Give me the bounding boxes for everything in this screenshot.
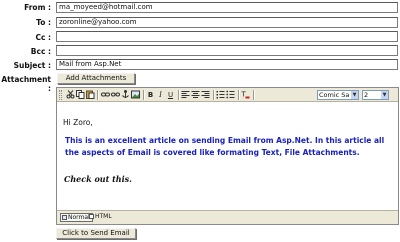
anchor-icon[interactable] xyxy=(121,90,130,100)
font-size-value: 2 xyxy=(364,91,369,99)
copy-icon[interactable] xyxy=(76,90,85,100)
to-field[interactable]: zoronline@yahoo.com xyxy=(56,17,398,28)
editor-mode-tabs: Normal HTML xyxy=(57,210,398,224)
align-right-icon[interactable] xyxy=(201,90,210,100)
chevron-down-icon: ▼ xyxy=(381,91,388,99)
from-label: From : xyxy=(24,3,51,12)
attachment-label: Attachment : xyxy=(1,75,51,93)
body-paragraph: This is an excellent article on sending … xyxy=(65,136,385,157)
editor-toolbar: B I U T Comic Sa ▼ 2 ▼ xyxy=(57,88,398,102)
paste-icon[interactable] xyxy=(86,90,95,100)
send-email-button[interactable]: Click to Send Email xyxy=(56,228,136,239)
add-attachments-button[interactable]: Add Attachments xyxy=(57,73,135,84)
link-icon[interactable] xyxy=(101,90,110,100)
align-left-icon[interactable] xyxy=(181,90,190,100)
unordered-list-icon[interactable] xyxy=(226,90,235,100)
normal-mode-icon xyxy=(62,215,67,220)
image-icon[interactable] xyxy=(131,90,140,100)
greeting-text: Hi Zoro, xyxy=(63,118,93,127)
tab-html-label: HTML xyxy=(95,213,112,220)
toolbar-handle[interactable] xyxy=(59,90,62,100)
font-family-select[interactable]: Comic Sa ▼ xyxy=(317,90,359,100)
subject-label: Subject : xyxy=(13,61,51,70)
bcc-label: Bcc : xyxy=(30,47,51,56)
ordered-list-icon[interactable] xyxy=(216,90,225,100)
text-color-icon[interactable]: T xyxy=(241,90,250,100)
checkout-text: Check out this. xyxy=(64,174,132,184)
bold-icon[interactable]: B xyxy=(146,90,155,100)
tab-normal-label: Normal xyxy=(68,214,90,221)
font-size-select[interactable]: 2 ▼ xyxy=(362,90,389,100)
subject-field[interactable]: Mail from Asp.Net xyxy=(56,59,398,70)
cc-field[interactable] xyxy=(56,31,398,42)
rich-text-editor: B I U T Comic Sa ▼ 2 ▼ Hi Zoro, This is … xyxy=(56,87,399,225)
to-label: To : xyxy=(36,18,51,27)
unlink-icon[interactable] xyxy=(111,90,120,100)
cut-icon[interactable] xyxy=(66,90,75,100)
bcc-field[interactable] xyxy=(56,45,398,56)
html-mode-icon xyxy=(89,214,94,219)
cc-label: Cc : xyxy=(35,33,51,42)
align-center-icon[interactable] xyxy=(191,90,200,100)
font-family-value: Comic Sa xyxy=(319,91,350,99)
chevron-down-icon: ▼ xyxy=(351,91,358,99)
italic-icon[interactable]: I xyxy=(156,90,165,100)
tab-html[interactable]: HTML xyxy=(88,213,114,222)
from-field[interactable]: ma_moyeed@hotmail.com xyxy=(56,2,398,13)
underline-icon[interactable]: U xyxy=(166,90,175,100)
